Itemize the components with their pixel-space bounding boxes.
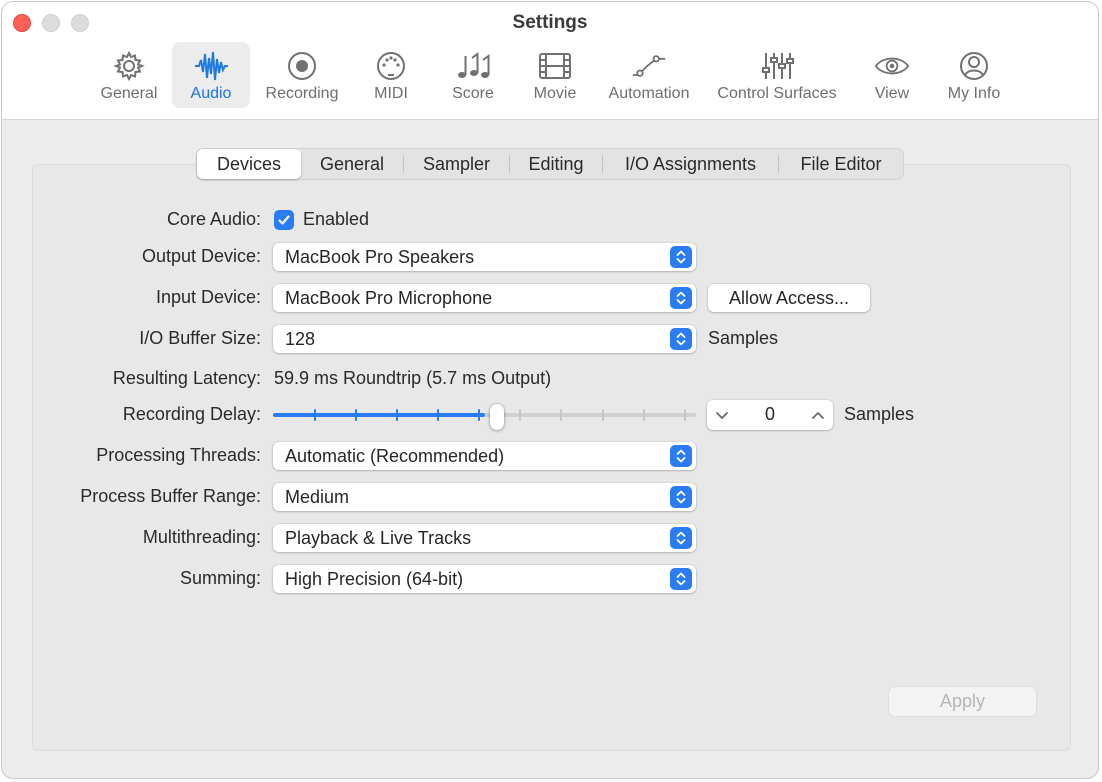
toolbar-label: General: [100, 85, 158, 102]
slider-tick: [560, 409, 562, 421]
core-audio-enabled-label[interactable]: Enabled: [303, 209, 369, 230]
gear-icon: [111, 48, 147, 84]
tab-sampler[interactable]: Sampler: [404, 149, 509, 179]
tab-editing[interactable]: Editing: [510, 149, 602, 179]
waveform-icon: [193, 48, 229, 84]
slider-tick: [478, 409, 480, 421]
toolbar-item-my-info[interactable]: My Info: [938, 42, 1010, 108]
multithreading-value: Playback & Live Tracks: [285, 528, 472, 548]
tab-file-editor[interactable]: File Editor: [779, 149, 903, 179]
faders-icon: [759, 48, 795, 84]
processing-threads-popup[interactable]: Automatic (Recommended): [273, 442, 696, 470]
tab-general[interactable]: General: [301, 149, 403, 179]
toolbar-item-control-surfaces[interactable]: Control Surfaces: [710, 42, 844, 108]
toolbar-label: Audio: [190, 85, 232, 102]
output-device-popup[interactable]: MacBook Pro Speakers: [273, 243, 696, 271]
resulting-latency-label: Resulting Latency:: [112, 368, 261, 388]
chevron-up-down-icon: [670, 527, 692, 549]
apply-button[interactable]: Apply: [889, 687, 1036, 716]
output-device-label: Output Device:: [141, 246, 261, 266]
process-buffer-range-popup[interactable]: Medium: [273, 483, 696, 511]
process-buffer-range-label: Process Buffer Range:: [80, 486, 261, 506]
chevron-up-icon: [812, 412, 824, 419]
slider-tick: [314, 409, 316, 421]
chevron-up-down-icon: [670, 445, 692, 467]
recording-delay-unit: Samples: [844, 404, 915, 424]
midi-port-icon: [373, 48, 409, 84]
io-buffer-size-label: I/O Buffer Size:: [139, 328, 261, 348]
automation-curve-icon: [631, 48, 667, 84]
slider-tick: [684, 409, 686, 421]
tab-bar: Devices General Sampler Editing I/O Assi…: [196, 148, 904, 180]
process-buffer-range-value: Medium: [285, 487, 350, 507]
slider-fill: [273, 413, 485, 417]
input-device-label: Input Device:: [155, 287, 261, 307]
film-icon: [537, 48, 573, 84]
processing-threads-label: Processing Threads:: [96, 445, 261, 465]
tab-devices[interactable]: Devices: [197, 149, 301, 179]
resulting-latency-value: 59.9 ms Roundtrip (5.7 ms Output): [274, 368, 552, 388]
multithreading-popup[interactable]: Playback & Live Tracks: [273, 524, 696, 552]
io-buffer-size-popup[interactable]: 128: [273, 325, 696, 353]
stepper-increment-button[interactable]: [803, 400, 833, 430]
toolbar-label: Recording: [265, 85, 339, 102]
music-notes-icon: [455, 48, 491, 84]
input-device-value: MacBook Pro Microphone: [285, 288, 493, 308]
toolbar-item-recording[interactable]: Recording: [260, 42, 344, 108]
chevron-up-down-icon: [670, 287, 692, 309]
title-bar: Settings General Audio Recording MIDI Sc…: [2, 2, 1098, 120]
io-buffer-size-unit: Samples: [708, 328, 779, 348]
toolbar-item-view[interactable]: View: [864, 42, 920, 108]
slider-tick: [437, 409, 439, 421]
io-buffer-size-value: 128: [285, 329, 316, 349]
summing-value: High Precision (64-bit): [285, 569, 464, 589]
toolbar-item-automation[interactable]: Automation: [602, 42, 696, 108]
checkmark-icon: [278, 215, 290, 225]
settings-window: Settings General Audio Recording MIDI Sc…: [1, 1, 1099, 779]
allow-access-button[interactable]: Allow Access...: [708, 284, 870, 312]
recording-delay-stepper[interactable]: 0: [707, 400, 833, 430]
recording-delay-label: Recording Delay:: [122, 404, 261, 424]
chevron-up-down-icon: [670, 568, 692, 590]
toolbar-label: Control Surfaces: [717, 85, 837, 102]
processing-threads-value: Automatic (Recommended): [285, 446, 505, 466]
slider-tick: [519, 409, 521, 421]
slider-tick: [643, 409, 645, 421]
stepper-decrement-button[interactable]: [707, 400, 737, 430]
toolbar-item-audio[interactable]: Audio: [172, 42, 250, 108]
core-audio-label: Core Audio:: [166, 209, 261, 229]
toolbar-item-movie[interactable]: Movie: [526, 42, 584, 108]
tab-io-assignments[interactable]: I/O Assignments: [603, 149, 778, 179]
summing-label: Summing:: [179, 568, 261, 588]
toolbar-item-score[interactable]: Score: [444, 42, 502, 108]
slider-thumb[interactable]: [490, 404, 504, 430]
window-title: Settings: [512, 12, 588, 33]
toolbar-item-midi[interactable]: MIDI: [364, 42, 418, 108]
multithreading-label: Multithreading:: [142, 527, 261, 547]
core-audio-checkbox[interactable]: [274, 210, 294, 230]
toolbar-label: Movie: [533, 85, 577, 102]
person-icon: [956, 48, 992, 84]
input-device-popup[interactable]: MacBook Pro Microphone: [273, 284, 696, 312]
slider-tick: [396, 409, 398, 421]
eye-icon: [874, 48, 910, 84]
chevron-up-down-icon: [670, 486, 692, 508]
output-device-value: MacBook Pro Speakers: [285, 247, 475, 267]
toolbar-label: MIDI: [374, 85, 408, 102]
recording-delay-slider[interactable]: [273, 404, 696, 430]
chevron-down-icon: [716, 412, 728, 419]
toolbar-label: View: [874, 85, 910, 102]
record-icon: [284, 48, 320, 84]
slider-tick: [602, 409, 604, 421]
toolbar-label: Automation: [608, 85, 690, 102]
toolbar-label: My Info: [947, 85, 1001, 102]
chevron-up-down-icon: [670, 328, 692, 350]
summing-popup[interactable]: High Precision (64-bit): [273, 565, 696, 593]
toolbar-item-general[interactable]: General: [94, 42, 164, 108]
chevron-up-down-icon: [670, 246, 692, 268]
toolbar-label: Score: [452, 85, 494, 102]
slider-tick: [355, 409, 357, 421]
recording-delay-value[interactable]: 0: [737, 404, 803, 425]
